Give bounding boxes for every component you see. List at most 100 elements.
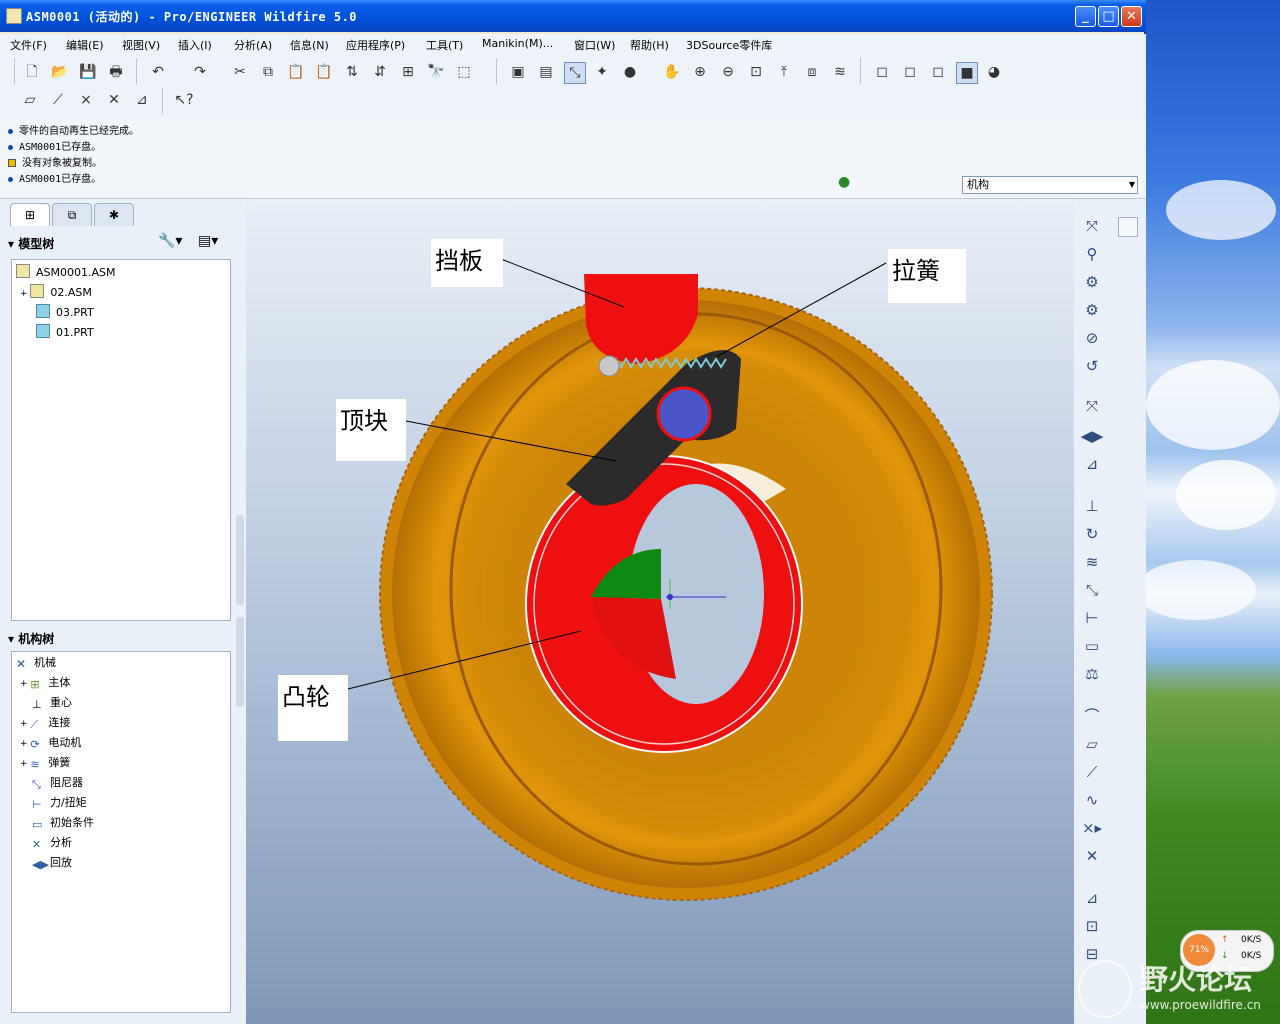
save-icon[interactable]: 💾	[78, 62, 98, 82]
menu-analysis[interactable]: 分析(A)	[234, 37, 272, 53]
menu-help[interactable]: 帮助(H)	[630, 37, 669, 53]
enhanced-realism-icon[interactable]: ◕	[984, 62, 1004, 82]
reorient-icon[interactable]: ⤒	[774, 62, 794, 82]
zoom-in-icon[interactable]: ⊕	[690, 62, 710, 82]
panel-sash[interactable]	[236, 515, 244, 605]
mech-item-connections[interactable]: + ⟋ 连接	[20, 714, 70, 731]
model-tree-header[interactable]: ▾ 模型树	[8, 235, 54, 252]
tree-item-01-prt[interactable]: 01.PRT	[36, 324, 94, 339]
open-icon[interactable]: 📂	[50, 62, 70, 82]
new-icon[interactable]: 🗋	[22, 62, 42, 82]
title-bar[interactable]: ASM0001 (活动的) - Pro/ENGINEER Wildfire 5.…	[0, 0, 1146, 32]
context-help-icon[interactable]: ↖?	[174, 90, 194, 110]
menu-applications[interactable]: 应用程序(P)	[346, 37, 405, 53]
tree-settings-icon[interactable]: 🔧▾	[158, 233, 182, 249]
measure-results-icon[interactable]: ⊿	[1080, 453, 1104, 475]
hidden-line-icon[interactable]: ◻	[900, 62, 920, 82]
menu-tools[interactable]: 工具(T)	[426, 37, 463, 53]
spin-center-icon[interactable]: ✦	[592, 62, 612, 82]
mechanism-display-icon[interactable]: ⤧	[1080, 215, 1104, 237]
cam-connection-icon[interactable]: ⚲	[1080, 243, 1104, 265]
view-manager-icon[interactable]: ▤	[536, 62, 556, 82]
graphics-window[interactable]: 挡板 拉簧 顶块 凸轮	[246, 199, 1074, 1024]
zoom-out-icon[interactable]: ⊖	[718, 62, 738, 82]
datum-plane-icon[interactable]: ▱	[20, 90, 40, 110]
grid-toggle-icon[interactable]	[1118, 217, 1138, 237]
find-icon[interactable]: 🔭	[426, 62, 446, 82]
wireframe-icon[interactable]: ◻	[872, 62, 892, 82]
curve-icon[interactable]: ∿	[1080, 789, 1104, 811]
analysis-definition-icon[interactable]: ⤧	[1080, 395, 1104, 417]
appearance-icon[interactable]: ●	[620, 62, 640, 82]
tree-item-03-prt[interactable]: 03.PRT	[36, 304, 94, 319]
mech-item-motors[interactable]: + ⟳ 电动机	[20, 734, 81, 751]
layers-icon[interactable]: ≋	[830, 62, 850, 82]
saved-views-icon[interactable]: ⧈	[802, 62, 822, 82]
tree-item-02-asm[interactable]: + 02.ASM	[20, 284, 92, 299]
initial-condition-icon[interactable]: ▭	[1080, 635, 1104, 657]
mech-item-analyses[interactable]: ✕ 分析	[32, 834, 72, 851]
undo-icon[interactable]: ↶	[148, 62, 168, 82]
mech-item-bodies[interactable]: + ⊞ 主体	[20, 674, 70, 691]
pan-icon[interactable]: ✋	[662, 62, 682, 82]
model-tree-icon[interactable]: ⊞	[398, 62, 418, 82]
execution-electric-motor-icon[interactable]: ↻	[1080, 523, 1104, 545]
no-hidden-icon[interactable]: ◻	[928, 62, 948, 82]
mech-item-springs[interactable]: + ≋ 弹簧	[20, 754, 70, 771]
model-tree-tab[interactable]: ⊞	[10, 203, 50, 226]
filter-select[interactable]: 机构 ▼	[962, 176, 1138, 194]
sketch-curve-icon[interactable]: ⌒	[1080, 705, 1104, 727]
mech-item-initial-conditions[interactable]: ▭ 初始条件	[32, 814, 94, 831]
regenerate-icon[interactable]: ⇅	[342, 62, 362, 82]
maximize-button[interactable]: □	[1098, 6, 1119, 27]
gear-pair-icon[interactable]: ⚙	[1080, 271, 1104, 293]
tree-show-icon[interactable]: ▤▾	[198, 233, 218, 249]
paste-icon[interactable]: 📋	[286, 62, 306, 82]
axis-icon[interactable]: ⟋	[1080, 761, 1104, 783]
datum-axis-icon[interactable]: ⟋	[48, 90, 68, 110]
playback-icon[interactable]: ◀▶	[1080, 425, 1104, 447]
panel-sash[interactable]	[236, 617, 244, 707]
datum-display-icon[interactable]: ⤡	[564, 62, 586, 84]
print-icon[interactable]: 🖶	[106, 62, 126, 82]
layer-icon[interactable]: ▣	[508, 62, 528, 82]
gravity-icon[interactable]: ⊥	[1080, 495, 1104, 517]
paste-special-icon[interactable]: 📋	[314, 62, 334, 82]
layers-tab[interactable]: ⧉	[52, 203, 92, 226]
regen-manager-icon[interactable]: ⇵	[370, 62, 390, 82]
tree-item-asm0001[interactable]: ASM0001.ASM	[16, 264, 116, 279]
mech-item-forces[interactable]: ⊢ 力/扭矩	[32, 794, 87, 811]
servo-motor-icon[interactable]: ↺	[1080, 355, 1104, 377]
mech-item-cog[interactable]: ⊥ 重心	[32, 694, 72, 711]
mech-item-playbacks[interactable]: ◀▶回放	[32, 854, 72, 871]
gear-icon[interactable]: ⚙	[1080, 299, 1104, 321]
menu-insert[interactable]: 插入(I)	[178, 37, 212, 53]
menu-info[interactable]: 信息(N)	[290, 37, 329, 53]
menu-edit[interactable]: 编辑(E)	[66, 37, 104, 53]
spring-icon[interactable]: ≋	[1080, 551, 1104, 573]
mass-properties-icon[interactable]: ⚖	[1080, 663, 1104, 685]
close-button[interactable]: ✕	[1121, 6, 1142, 27]
datum-csys-icon[interactable]: ✕	[104, 90, 124, 110]
analysis-feature-icon[interactable]: ⊿	[1080, 887, 1104, 909]
favorites-tab[interactable]: ✱	[94, 203, 134, 226]
annotation-icon[interactable]: ⊿	[132, 90, 152, 110]
redo-icon[interactable]: ↷	[190, 62, 210, 82]
select-box-icon[interactable]: ⬚	[454, 62, 474, 82]
point-icon[interactable]: ×▸	[1080, 817, 1104, 839]
refit-icon[interactable]: ⊡	[746, 62, 766, 82]
mech-item-machine[interactable]: ✕ 机械	[16, 654, 56, 671]
datum-point-icon[interactable]: ×	[76, 90, 96, 110]
menu-view[interactable]: 视图(V)	[122, 37, 160, 53]
annotation-feature-icon[interactable]: ⊡	[1080, 915, 1104, 937]
csys-icon[interactable]: ✕	[1080, 845, 1104, 867]
minimize-button[interactable]: _	[1075, 6, 1096, 27]
menu-file[interactable]: 文件(F)	[10, 37, 47, 53]
menu-manikin[interactable]: Manikin(M)...	[482, 37, 553, 50]
cut-icon[interactable]: ✂	[230, 62, 250, 82]
mechanism-tree-header[interactable]: ▾ 机构树	[8, 630, 54, 647]
copy-icon[interactable]: ⧉	[258, 62, 278, 82]
shading-icon[interactable]: ■	[956, 62, 978, 84]
menu-window[interactable]: 窗口(W)	[574, 37, 615, 53]
belt-icon[interactable]: ⊘	[1080, 327, 1104, 349]
